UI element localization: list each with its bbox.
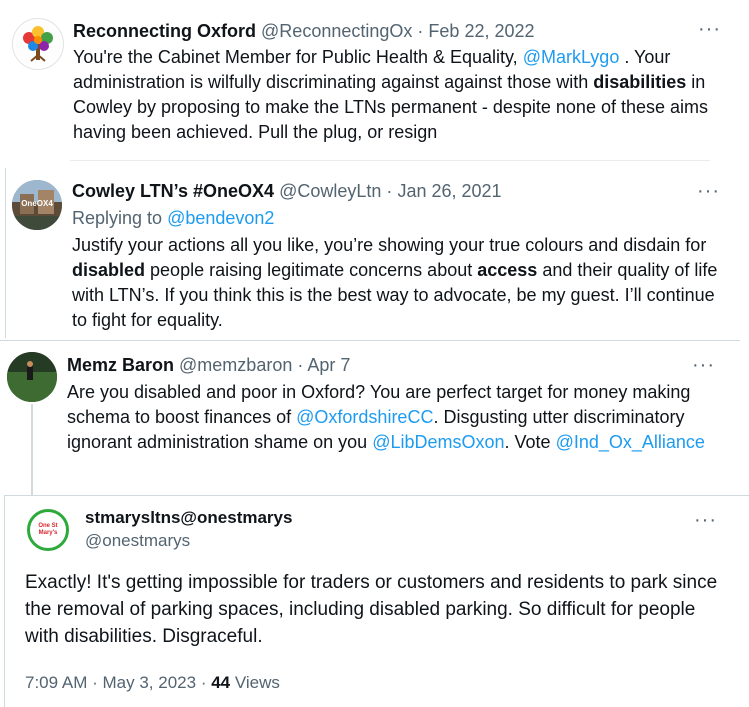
tweet-header: Reconnecting Oxford @ReconnectingOx · Fe…	[73, 20, 535, 42]
tweet-date[interactable]: May 3, 2023	[103, 673, 197, 692]
thread-connector	[31, 404, 33, 495]
mention-link[interactable]: @MarkLygo	[523, 47, 620, 67]
text-segment: You're the Cabinet Member for Public Hea…	[73, 47, 523, 67]
display-name[interactable]: Memz Baron	[67, 355, 174, 375]
tweet-date[interactable]: Feb 22, 2022	[428, 21, 534, 41]
more-options-icon[interactable]: ···	[698, 19, 721, 39]
tweet-text: Are you disabled and poor in Oxford? You…	[67, 380, 717, 455]
highlighted-keyword: disabled	[72, 260, 146, 280]
partial-divider	[70, 160, 710, 161]
tweet-memz-baron[interactable]: Memz Baron @memzbaron · Apr 7 ··· Are yo…	[0, 340, 749, 495]
user-handle[interactable]: @CowleyLtn	[279, 181, 381, 201]
tweet-time[interactable]: 7:09 AM	[25, 673, 87, 692]
more-options-icon[interactable]: ···	[694, 510, 717, 530]
tweet-onestmarys[interactable]: One St Mary's stmarysltns@onestmarys @on…	[4, 495, 749, 707]
separator: ·	[297, 355, 304, 375]
mention-link[interactable]: @OxfordshireCC	[296, 407, 433, 427]
tree-icon	[15, 21, 61, 67]
separator: ·	[386, 181, 393, 201]
tweet-text: Exactly! It's getting impossible for tra…	[25, 569, 725, 650]
text-segment: Exactly! It's getting impossible for tra…	[25, 572, 718, 647]
tweet-reconnecting-oxford[interactable]: Reconnecting Oxford @ReconnectingOx · Fe…	[0, 0, 749, 168]
more-options-icon[interactable]: ···	[697, 181, 720, 201]
views-count: 44	[211, 673, 231, 692]
tweet-header: Memz Baron @memzbaron · Apr 7	[67, 354, 350, 376]
tweet-date[interactable]: Apr 7	[307, 355, 350, 375]
views-label: Views	[234, 673, 280, 692]
tweet-text: You're the Cabinet Member for Public Hea…	[73, 45, 723, 145]
avatar-label: OneOX4	[21, 199, 53, 208]
tweet-header: Cowley LTN’s #OneOX4 @CowleyLtn · Jan 26…	[72, 180, 502, 202]
replying-prefix: Replying to	[72, 208, 168, 228]
left-border	[4, 495, 5, 707]
tweet-text: Justify your actions all you like, you’r…	[72, 233, 722, 333]
display-name[interactable]: stmarysltns@onestmarys	[85, 507, 292, 529]
mention-link[interactable]: @LibDemsOxon	[372, 432, 504, 452]
highlighted-keyword: access	[477, 260, 538, 280]
display-name[interactable]: Cowley LTN’s #OneOX4	[72, 181, 274, 201]
tweet-meta: 7:09 AM · May 3, 2023 · 44 Views	[25, 673, 280, 693]
text-segment: Justify your actions all you like, you’r…	[72, 235, 707, 255]
top-border	[0, 340, 740, 341]
highlighted-keyword: disabilities	[593, 72, 687, 92]
tweet-date[interactable]: Jan 26, 2021	[397, 181, 501, 201]
separator: ·	[417, 21, 424, 41]
user-handle[interactable]: @onestmarys	[85, 530, 190, 552]
replying-to-link[interactable]: @bendevon2	[167, 208, 274, 228]
avatar-label: One St Mary's	[38, 523, 58, 536]
more-options-icon[interactable]: ···	[692, 355, 715, 375]
text-segment: people raising legitimate concerns about	[145, 260, 478, 280]
text-segment: . Vote	[504, 432, 556, 452]
separator: ·	[92, 673, 98, 692]
avatar-onestmarys[interactable]: One St Mary's	[27, 509, 69, 551]
replying-to: Replying to @bendevon2	[72, 207, 274, 229]
top-border	[4, 495, 749, 496]
avatar-tree-logo[interactable]	[12, 18, 64, 70]
separator: ·	[200, 673, 207, 692]
avatar-memz[interactable]	[7, 352, 57, 402]
mention-link[interactable]: @Ind_Ox_Alliance	[556, 432, 705, 452]
display-name[interactable]: Reconnecting Oxford	[73, 21, 256, 41]
field-photo-icon	[7, 352, 57, 402]
tweet-cowley-ltn[interactable]: OneOX4 Cowley LTN’s #OneOX4 @CowleyLtn ·…	[5, 168, 749, 338]
left-border	[5, 168, 6, 338]
user-handle[interactable]: @memzbaron	[179, 355, 292, 375]
user-handle[interactable]: @ReconnectingOx	[261, 21, 412, 41]
avatar-cowley[interactable]: OneOX4	[12, 180, 62, 230]
